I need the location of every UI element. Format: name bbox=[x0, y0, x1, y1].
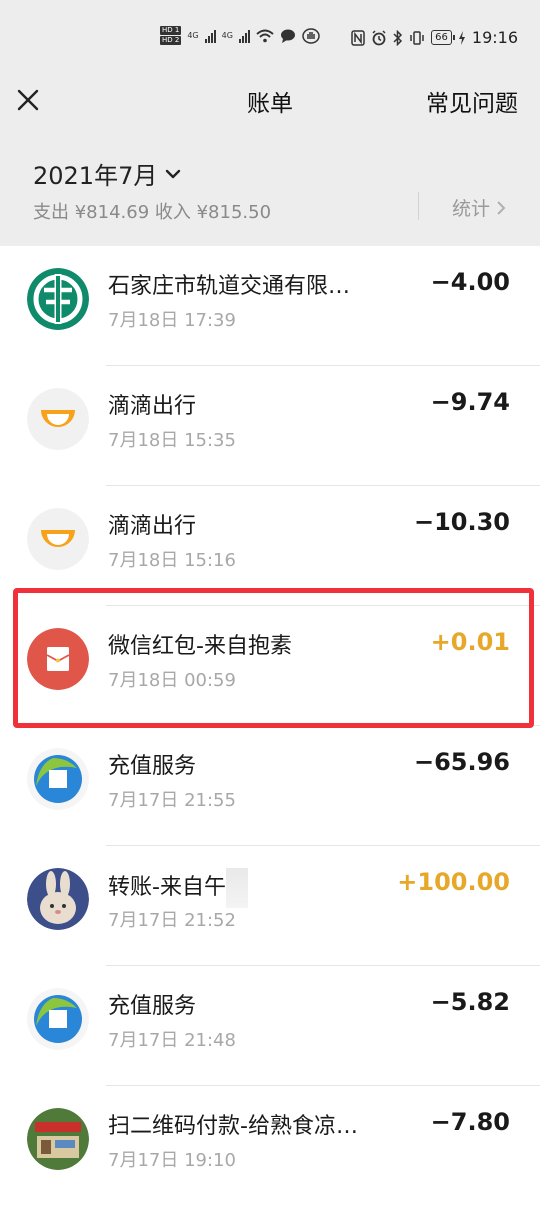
transaction-time: 7月18日 17:39 bbox=[108, 310, 236, 331]
signal-icon-2 bbox=[238, 29, 250, 43]
network-label-1: 4G bbox=[187, 31, 199, 40]
transaction-time: 7月17日 21:52 bbox=[108, 910, 236, 931]
status-bar: HD 1 HD 2 4G 4G 66 19:16 bbox=[0, 0, 540, 78]
stats-label: 统计 bbox=[452, 198, 491, 220]
month-totals: 支出 ¥814.69 收入 ¥815.50 bbox=[33, 202, 272, 223]
abc-bank-icon bbox=[27, 268, 89, 330]
faq-link[interactable]: 常见问题 bbox=[426, 84, 518, 118]
message-icon bbox=[280, 29, 295, 43]
alarm-icon bbox=[372, 29, 386, 45]
transaction-title: 充值服务 bbox=[108, 754, 197, 779]
shop-photo-icon bbox=[27, 1108, 89, 1170]
transaction-time: 7月17日 21:48 bbox=[108, 1030, 236, 1051]
transaction-title: 滴滴出行 bbox=[108, 514, 197, 539]
nav-bar: 账单 常见问题 bbox=[0, 78, 540, 130]
nfc-icon bbox=[351, 29, 365, 46]
bill-summary: 2021年7月 支出 ¥814.69 收入 ¥815.50 统计 bbox=[0, 130, 540, 246]
transaction-row[interactable]: 转账-来自午 7月17日 21:52 +100.00 bbox=[0, 846, 540, 966]
highlight-box bbox=[13, 588, 534, 728]
transaction-amount: −9.74 bbox=[430, 388, 510, 416]
chevron-down-icon bbox=[166, 169, 181, 178]
charging-icon bbox=[458, 30, 465, 45]
transaction-row[interactable]: 滴滴出行 7月18日 15:35 −9.74 bbox=[0, 366, 540, 486]
redacted-name bbox=[225, 868, 248, 908]
bluetooth-icon bbox=[393, 29, 403, 46]
network-label-2: 4G bbox=[221, 31, 233, 40]
month-label: 2021年7月 bbox=[33, 162, 158, 190]
transaction-amount: −65.96 bbox=[413, 748, 510, 776]
transaction-amount: +100.00 bbox=[397, 868, 510, 896]
transaction-title: 滴滴出行 bbox=[108, 394, 197, 419]
hd1-badge: HD 1 bbox=[160, 26, 182, 35]
transaction-title: 扫二维码付款-给熟食凉… bbox=[108, 1114, 358, 1139]
recharge-icon bbox=[27, 748, 89, 810]
didi-icon bbox=[27, 508, 89, 570]
recharge-icon bbox=[27, 988, 89, 1050]
month-selector[interactable]: 2021年7月 bbox=[33, 156, 181, 191]
transaction-amount: −5.82 bbox=[430, 988, 510, 1016]
stats-link[interactable]: 统计 bbox=[452, 194, 506, 221]
vibrate-icon bbox=[410, 30, 424, 45]
transaction-time: 7月17日 19:10 bbox=[108, 1150, 236, 1171]
transaction-amount: −10.30 bbox=[413, 508, 510, 536]
battery-icon: 66 bbox=[431, 30, 455, 45]
hand-icon bbox=[302, 27, 320, 44]
hd2-badge: HD 2 bbox=[160, 36, 182, 45]
transaction-time: 7月18日 15:16 bbox=[108, 550, 236, 571]
chevron-right-icon bbox=[497, 200, 506, 215]
hd-badges: HD 1 HD 2 bbox=[160, 26, 182, 45]
transaction-amount: −7.80 bbox=[430, 1108, 510, 1136]
transaction-title: 石家庄市轨道交通有限… bbox=[108, 274, 351, 299]
signal-group: HD 1 HD 2 4G 4G bbox=[160, 26, 320, 45]
summary-divider bbox=[418, 192, 419, 220]
didi-icon bbox=[27, 388, 89, 450]
transaction-row[interactable]: 充值服务 7月17日 21:48 −5.82 bbox=[0, 966, 540, 1086]
transaction-time: 7月18日 15:35 bbox=[108, 430, 236, 451]
transaction-amount: −4.00 bbox=[430, 268, 510, 296]
status-right: 66 19:16 bbox=[351, 28, 518, 47]
status-time: 19:16 bbox=[471, 28, 518, 47]
transaction-title: 充值服务 bbox=[108, 994, 197, 1019]
transaction-title: 转账-来自午 bbox=[108, 868, 248, 908]
transaction-row[interactable]: 扫二维码付款-给熟食凉… 7月17日 19:10 −7.80 bbox=[0, 1086, 540, 1206]
transaction-title-text: 转账-来自午 bbox=[108, 875, 226, 900]
transaction-row[interactable]: 石家庄市轨道交通有限… 7月18日 17:39 −4.00 bbox=[0, 246, 540, 366]
signal-icon bbox=[204, 29, 216, 43]
transaction-time: 7月17日 21:55 bbox=[108, 790, 236, 811]
rabbit-avatar-icon bbox=[27, 868, 89, 930]
transaction-row[interactable]: 充值服务 7月17日 21:55 −65.96 bbox=[0, 726, 540, 846]
wifi-icon bbox=[256, 29, 274, 42]
